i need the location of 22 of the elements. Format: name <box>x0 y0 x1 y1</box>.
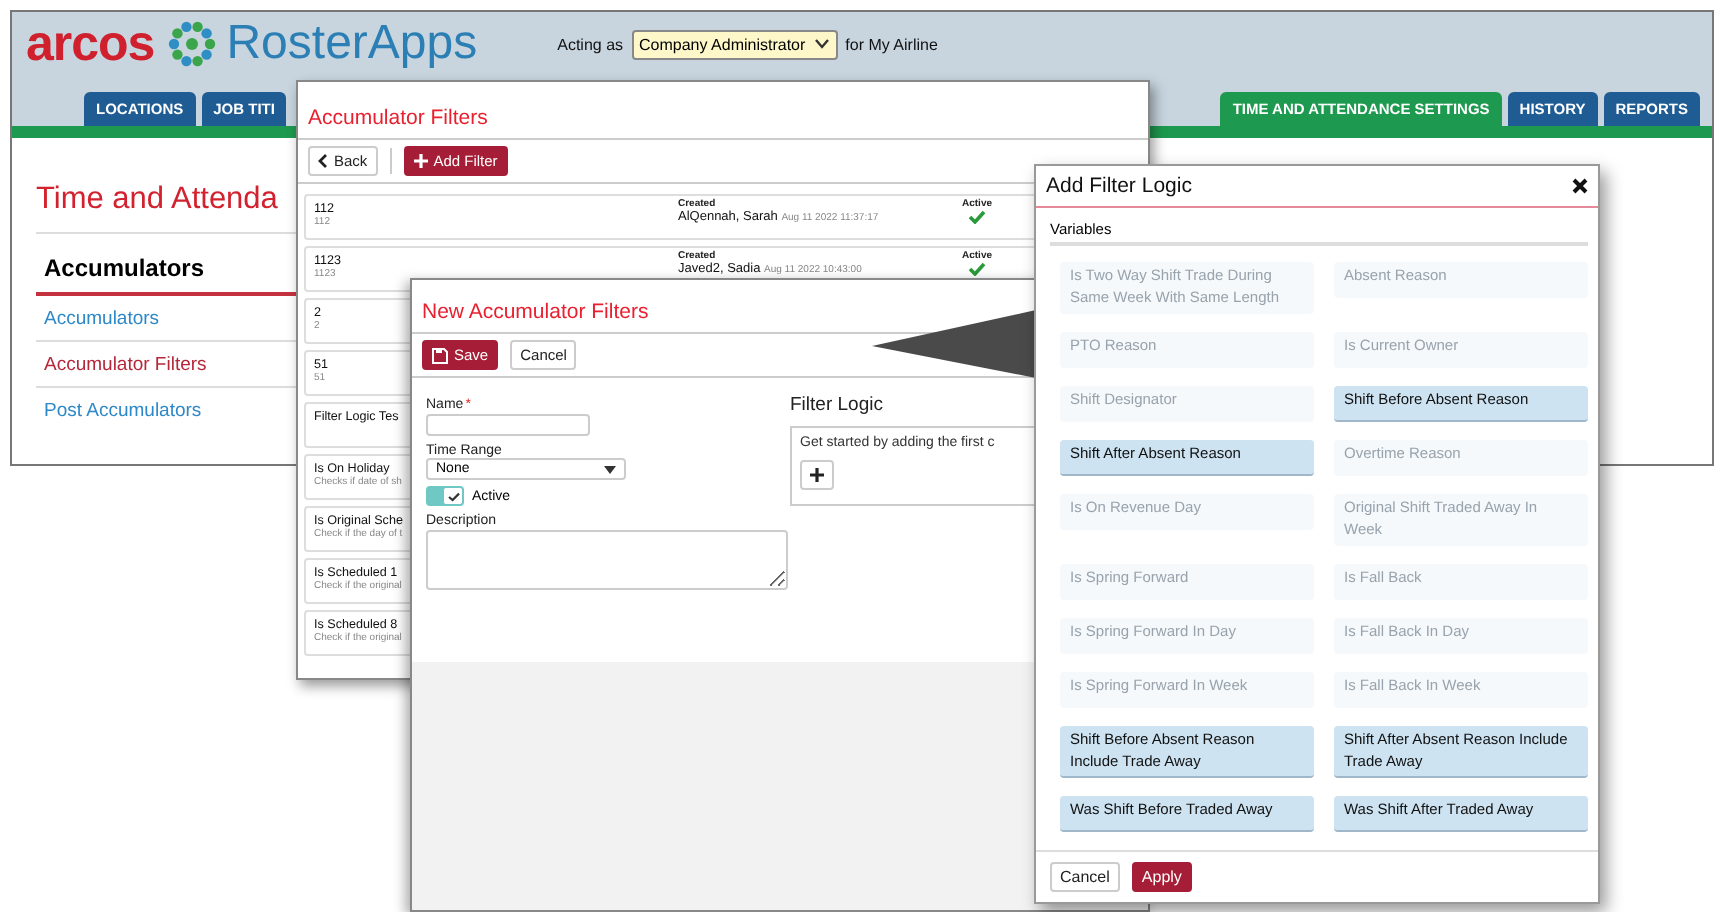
product-logo: RosterApps <box>226 18 478 70</box>
active-toggle[interactable] <box>426 486 464 506</box>
acting-as-label: Acting as <box>557 35 624 53</box>
add-logic-button[interactable] <box>800 460 834 490</box>
plus-icon <box>413 154 428 168</box>
filter-logic-title: Filter Logic <box>790 394 883 416</box>
dialog-title: Add Filter Logic <box>1046 174 1192 198</box>
brand-logo: arcos <box>26 18 155 70</box>
apply-button[interactable]: Apply <box>1131 862 1192 892</box>
cancel-button[interactable]: Cancel <box>1050 862 1120 892</box>
description-field[interactable] <box>426 530 788 590</box>
name-field[interactable] <box>426 414 590 436</box>
airline-label: for My Airline <box>845 35 938 53</box>
dotted-ring-logo-icon <box>166 18 219 70</box>
role-select[interactable]: Company Administrator <box>631 29 838 59</box>
sidebar-link[interactable]: Post Accumulators <box>36 388 296 432</box>
plus-icon <box>810 468 824 482</box>
chevron-left-icon <box>318 154 328 168</box>
close-icon[interactable] <box>1572 178 1588 194</box>
check-icon <box>447 491 459 501</box>
window-title: Accumulator Filters <box>298 82 1148 140</box>
caret-icon <box>813 38 830 50</box>
